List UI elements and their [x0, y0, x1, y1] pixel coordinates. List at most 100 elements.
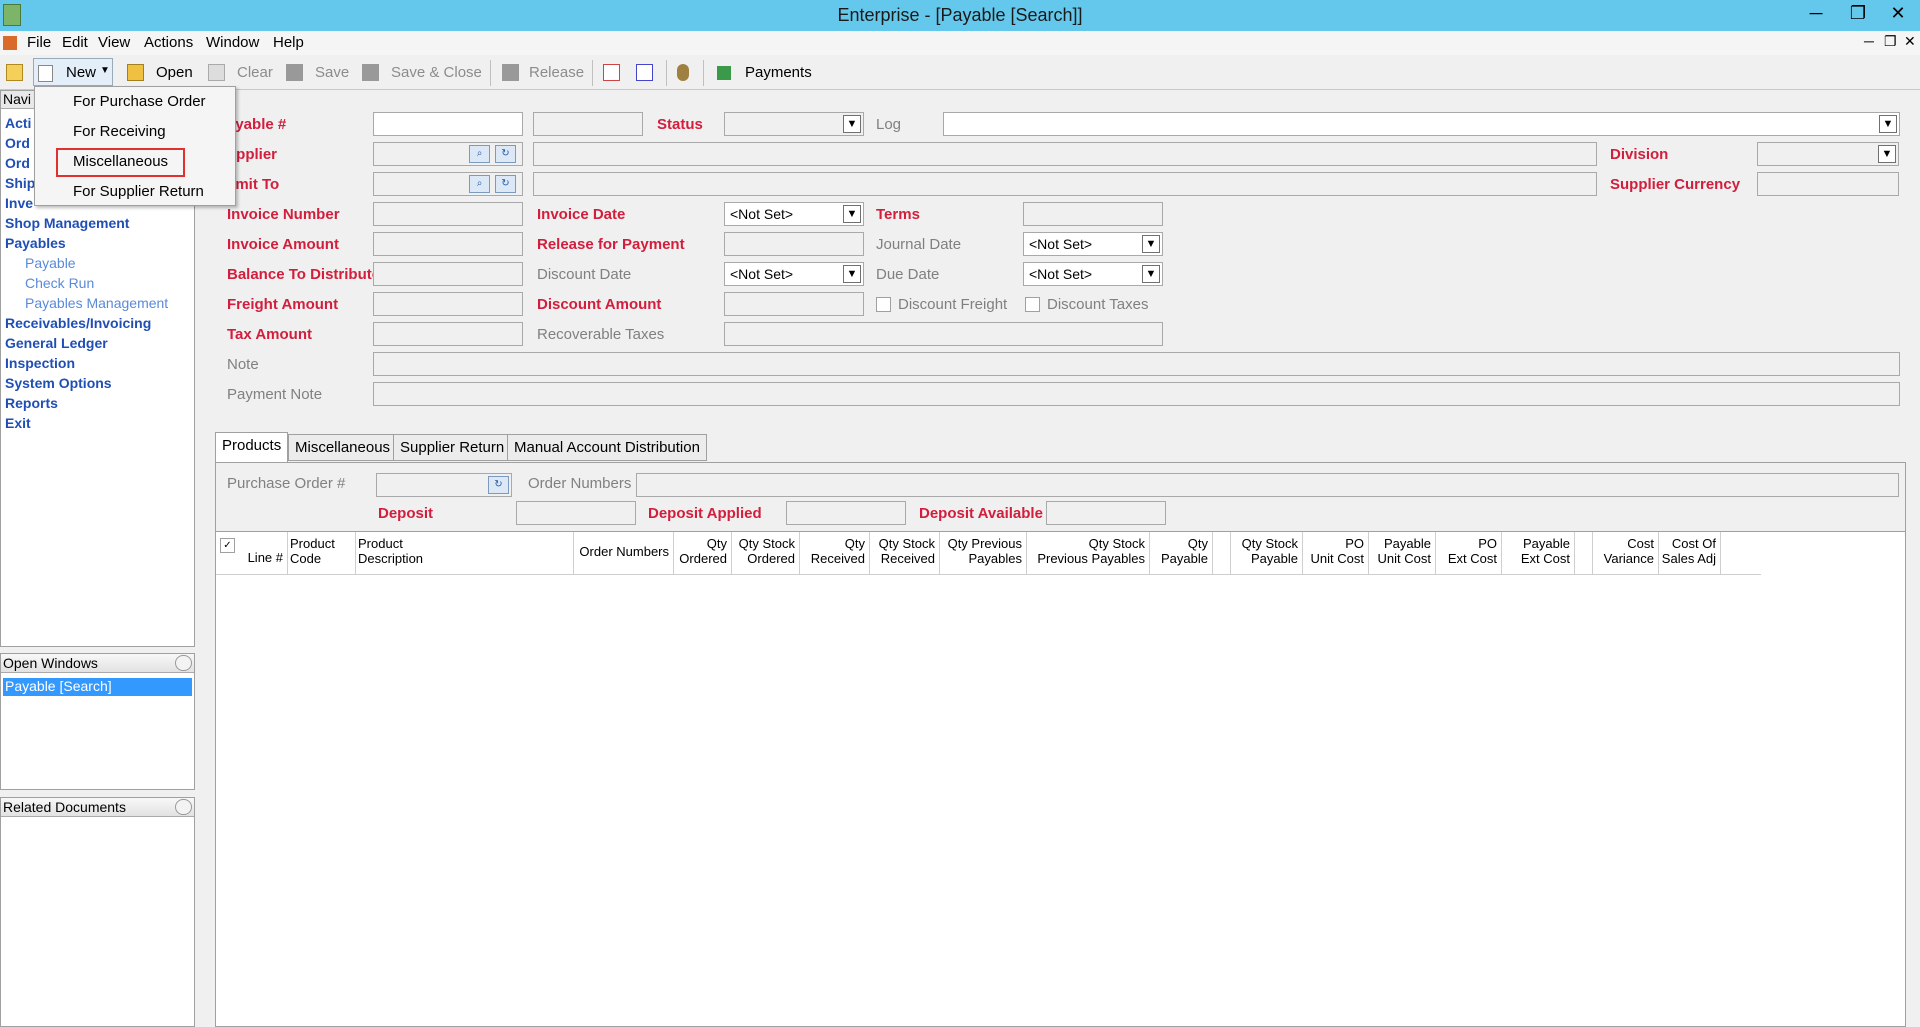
lookup-icon[interactable]: ↻ — [495, 175, 516, 193]
tab-miscellaneous[interactable]: Miscellaneous — [288, 434, 398, 461]
discount-date-select[interactable]: <Not Set> ▼ — [724, 262, 864, 286]
open-button[interactable]: Open — [156, 64, 193, 81]
nav-subitem-payables-management[interactable]: Payables Management — [25, 295, 168, 311]
menu-help[interactable]: Help — [273, 34, 304, 51]
paperclip-icon[interactable] — [677, 64, 689, 81]
mdi-restore-icon[interactable]: ❐ — [1884, 33, 1897, 50]
journal-date-select[interactable]: <Not Set> ▼ — [1023, 232, 1163, 256]
due-date-select[interactable]: <Not Set> ▼ — [1023, 262, 1163, 286]
recoverable-taxes-input[interactable] — [724, 322, 1163, 346]
deposit-applied-input[interactable] — [786, 501, 906, 525]
payable-id-input[interactable] — [533, 112, 643, 136]
column-qty-ordered[interactable]: Qty Ordered — [674, 532, 732, 574]
deposit-input[interactable] — [516, 501, 636, 525]
nav-item-partial[interactable]: Ord — [5, 135, 30, 151]
nav-item-exit[interactable]: Exit — [5, 415, 31, 431]
save-disk-icon[interactable] — [286, 64, 303, 81]
terms-input[interactable] — [1023, 202, 1163, 226]
remit-to-name-input[interactable] — [533, 172, 1597, 196]
new-button[interactable]: New ▼ — [33, 58, 113, 86]
nav-item-partial[interactable]: Ship — [5, 175, 35, 191]
lookup-icon[interactable]: ↻ — [495, 145, 516, 163]
column-blank[interactable] — [1575, 532, 1593, 574]
search-icon[interactable]: ⌕ — [469, 145, 490, 163]
note-input[interactable] — [373, 352, 1900, 376]
select-all-checkbox[interactable]: ✓ — [220, 538, 235, 553]
payable-number-input[interactable] — [373, 112, 523, 136]
tab-supplier-return[interactable]: Supplier Return — [393, 434, 512, 461]
invoice-date-select[interactable]: <Not Set> ▼ — [724, 202, 864, 226]
save-close-disk-icon[interactable] — [362, 64, 379, 81]
release-disk-icon[interactable] — [502, 64, 519, 81]
column-payable-unit-cost[interactable]: Payable Unit Cost — [1369, 532, 1436, 574]
column-order-numbers[interactable]: Order Numbers — [574, 532, 674, 574]
column-product-code[interactable]: Product Code — [288, 532, 356, 574]
folder-icon[interactable] — [6, 64, 23, 81]
open-folder-icon[interactable] — [127, 64, 144, 81]
payments-icon[interactable] — [717, 66, 731, 80]
menu-item-for-supplier-return[interactable]: For Supplier Return — [73, 183, 204, 200]
supplier-currency-input[interactable] — [1757, 172, 1899, 196]
nav-item-partial[interactable]: Ord — [5, 155, 30, 171]
division-select[interactable]: ▼ — [1757, 142, 1899, 166]
column-cost-variance[interactable]: Cost Variance — [1593, 532, 1659, 574]
checklist-icon[interactable] — [603, 64, 620, 81]
column-po-ext-cost[interactable]: PO Ext Cost — [1436, 532, 1502, 574]
discount-freight-checkbox[interactable] — [876, 297, 891, 312]
column-qty-received[interactable]: Qty Received — [800, 532, 870, 574]
freight-amount-input[interactable] — [373, 292, 523, 316]
close-icon[interactable]: ✕ — [1878, 0, 1918, 28]
save-close-button[interactable]: Save & Close — [391, 64, 482, 81]
column-blank[interactable] — [1213, 532, 1231, 574]
column-product-description[interactable]: Product Description — [356, 532, 574, 574]
supplier-name-input[interactable] — [533, 142, 1597, 166]
refresh-icon[interactable] — [175, 655, 192, 671]
checkmark-list-icon[interactable] — [636, 64, 653, 81]
nav-item-general-ledger[interactable]: General Ledger — [5, 335, 108, 351]
nav-item-inspection[interactable]: Inspection — [5, 355, 75, 371]
order-numbers-input[interactable] — [636, 473, 1899, 497]
nav-item-shop-management[interactable]: Shop Management — [5, 215, 129, 231]
discount-taxes-checkbox[interactable] — [1025, 297, 1040, 312]
nav-item-receivables-invoicing[interactable]: Receivables/Invoicing — [5, 315, 151, 331]
nav-item-reports[interactable]: Reports — [5, 395, 58, 411]
menu-actions[interactable]: Actions — [144, 34, 193, 51]
menu-view[interactable]: View — [98, 34, 130, 51]
column-qty-stock-previous-payables[interactable]: Qty Stock Previous Payables — [1027, 532, 1150, 574]
invoice-amount-input[interactable] — [373, 232, 523, 256]
column-po-unit-cost[interactable]: PO Unit Cost — [1303, 532, 1369, 574]
minimize-icon[interactable]: ─ — [1798, 0, 1834, 28]
payments-button[interactable]: Payments — [745, 64, 812, 81]
column-line-number[interactable]: ✓ Line # — [216, 532, 288, 574]
release-for-payment-input[interactable] — [724, 232, 864, 256]
menu-item-for-purchase-order[interactable]: For Purchase Order — [73, 93, 206, 110]
nav-subitem-check-run[interactable]: Check Run — [25, 275, 94, 291]
clear-button[interactable]: Clear — [237, 64, 273, 81]
tax-amount-input[interactable] — [373, 322, 523, 346]
column-cost-of-sales-adj[interactable]: Cost Of Sales Adj — [1659, 532, 1721, 574]
nav-item-partial[interactable]: Inve — [5, 195, 33, 211]
balance-to-distribute-input[interactable] — [373, 262, 523, 286]
deposit-available-input[interactable] — [1046, 501, 1166, 525]
refresh-icon[interactable] — [175, 799, 192, 815]
column-qty-stock-payable[interactable]: Qty Stock Payable — [1231, 532, 1303, 574]
status-select[interactable]: ▼ — [724, 112, 864, 136]
column-qty-previous-payables[interactable]: Qty Previous Payables — [940, 532, 1027, 574]
search-icon[interactable]: ⌕ — [469, 175, 490, 193]
open-window-item[interactable]: Payable [Search] — [3, 678, 192, 696]
nav-item-system-options[interactable]: System Options — [5, 375, 112, 391]
column-qty-payable[interactable]: Qty Payable — [1150, 532, 1213, 574]
save-button[interactable]: Save — [315, 64, 349, 81]
release-button[interactable]: Release — [529, 64, 584, 81]
discount-amount-input[interactable] — [724, 292, 864, 316]
mdi-minimize-icon[interactable]: ─ — [1864, 33, 1874, 49]
column-payable-ext-cost[interactable]: Payable Ext Cost — [1502, 532, 1575, 574]
column-qty-stock-received[interactable]: Qty Stock Received — [870, 532, 940, 574]
menu-edit[interactable]: Edit — [62, 34, 88, 51]
tab-products[interactable]: Products — [215, 432, 289, 463]
invoice-number-input[interactable] — [373, 202, 523, 226]
mdi-close-icon[interactable]: ✕ — [1904, 33, 1916, 50]
column-qty-stock-ordered[interactable]: Qty Stock Ordered — [732, 532, 800, 574]
payment-note-input[interactable] — [373, 382, 1900, 406]
nav-item-payables[interactable]: Payables — [5, 235, 66, 251]
